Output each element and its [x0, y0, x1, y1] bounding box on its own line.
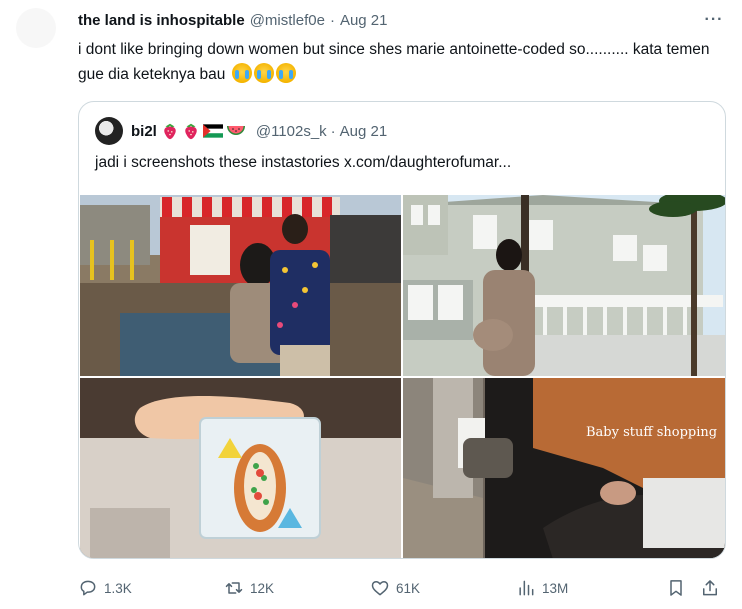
tweet-text-body: i dont like bringing down women but sinc… — [78, 41, 710, 83]
action-bar: 1.3K 12K 61K 13M — [78, 574, 728, 602]
tweet[interactable]: the land is inhospitable @mistlef0e · Au… — [0, 0, 742, 609]
quote-handle: @1102s_k — [255, 122, 327, 140]
tweet-date[interactable]: Aug 21 — [340, 12, 388, 29]
display-name[interactable]: the land is inhospitable — [78, 12, 245, 29]
tweet-text: i dont like bringing down women but sinc… — [78, 37, 718, 87]
watermelon-icon — [226, 126, 245, 135]
quote-display-name: bi2l — [131, 122, 157, 140]
quote-text: jadi i screenshots these instastories x.… — [95, 154, 512, 171]
media-grid: Baby stuff shopping — [80, 195, 725, 558]
reply-count: 1.3K — [104, 580, 132, 596]
quote-avatar — [95, 117, 123, 145]
bookmark-icon — [670, 580, 682, 596]
pregnant-woman-house-photo[interactable] — [403, 195, 725, 376]
bookmark-button[interactable] — [666, 574, 686, 602]
loudly-crying-face-icon — [275, 63, 296, 83]
separator-dot: · — [329, 11, 335, 29]
name-emojis — [161, 122, 246, 140]
retweet-icon — [225, 582, 243, 594]
share-icon — [703, 580, 717, 596]
retweet-button[interactable]: 12K — [224, 574, 274, 602]
loudly-crying-face-icon — [253, 63, 274, 83]
quote-separator-dot: · — [330, 122, 336, 140]
story-overlay-text: Baby stuff shopping — [586, 425, 718, 440]
quoted-tweet[interactable]: bi2l @1102s_k · Aug 21 jadi i screenshot… — [78, 101, 726, 559]
lobster-roll-photo[interactable] — [80, 378, 401, 558]
reply-icon — [80, 580, 96, 596]
views-chart-icon — [519, 580, 534, 596]
reply-button[interactable]: 1.3K — [78, 574, 132, 602]
like-button[interactable]: 61K — [370, 574, 420, 602]
handle[interactable]: @mistlef0e — [250, 12, 325, 29]
share-button[interactable] — [700, 574, 720, 602]
strawberry-icon — [164, 123, 176, 140]
palestine-flag-icon — [202, 124, 223, 138]
quote-header: bi2l @1102s_k · Aug 21 — [95, 117, 387, 145]
views-button[interactable]: 13M — [516, 574, 568, 602]
retweet-count: 12K — [250, 580, 275, 596]
avatar[interactable] — [16, 8, 56, 48]
like-count: 61K — [396, 580, 421, 596]
strawberry-icon — [185, 123, 197, 140]
quote-date: Aug 21 — [339, 122, 388, 140]
stroller-shopping-photo[interactable]: Baby stuff shopping — [403, 378, 725, 558]
tweet-header: the land is inhospitable @mistlef0e · Au… — [78, 10, 678, 30]
more-horizontal-icon[interactable]: ··· — [700, 8, 728, 32]
heart-icon — [371, 581, 389, 596]
loudly-crying-face-icon — [231, 63, 252, 83]
view-count: 13M — [542, 580, 569, 596]
boardwalk-couple-photo[interactable] — [80, 195, 401, 376]
